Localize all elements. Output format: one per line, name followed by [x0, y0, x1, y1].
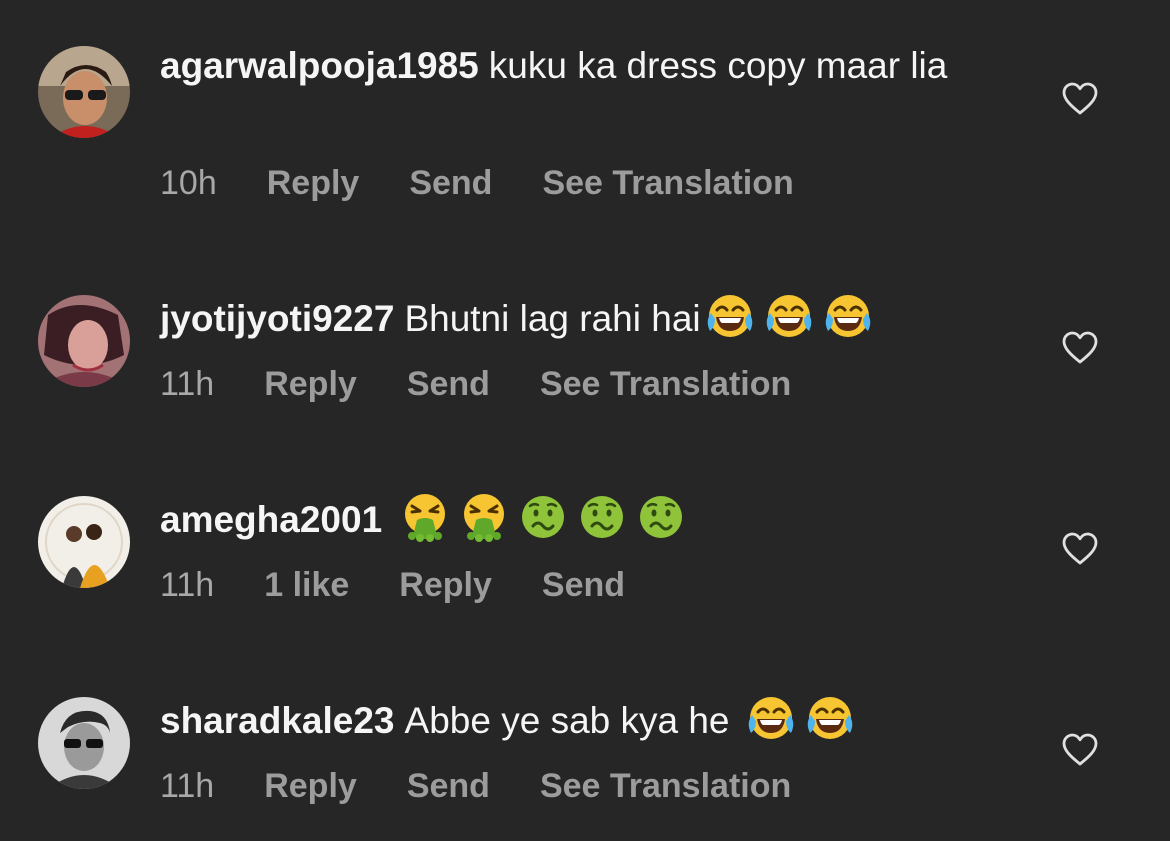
face-with-tears-of-joy-icon [764, 291, 814, 341]
comment-message: Abbe ye sab kya he [404, 700, 730, 741]
comment-time: 11h [160, 365, 215, 403]
heart-outline-icon[interactable] [1062, 532, 1098, 566]
comment-message: kuku ka dress copy maar lia [488, 45, 948, 86]
face-with-tears-of-joy-icon [823, 291, 873, 341]
comment-username[interactable]: agarwalpooja1985 [160, 45, 479, 86]
likes-count[interactable]: 1 like [264, 566, 349, 605]
heart-outline-icon[interactable] [1062, 733, 1098, 767]
nauseated-face-icon [518, 492, 568, 542]
avatar[interactable] [38, 697, 130, 789]
send-button[interactable]: Send [407, 365, 490, 404]
reply-button[interactable]: Reply [399, 566, 492, 605]
comment-username[interactable]: amegha2001 [160, 499, 382, 540]
face-with-tears-of-joy-icon [746, 693, 796, 743]
see-translation-button[interactable]: See Translation [540, 767, 791, 806]
avatar[interactable] [38, 46, 130, 138]
see-translation-button[interactable]: See Translation [542, 164, 793, 203]
comment-username[interactable]: jyotijyoti9227 [160, 298, 394, 339]
face-vomiting-icon [400, 492, 450, 542]
comment-time: 10h [160, 164, 217, 202]
face-vomiting-icon [459, 492, 509, 542]
face-with-tears-of-joy-icon [805, 693, 855, 743]
nauseated-face-icon [636, 492, 686, 542]
comment-time: 11h [160, 767, 215, 805]
reply-button[interactable]: Reply [264, 767, 357, 806]
reply-button[interactable]: Reply [264, 365, 357, 404]
comment-actions: 10h Reply Send See Translation [160, 164, 844, 203]
comment-text: sharadkale23 Abbe ye sab kya he [160, 693, 960, 745]
avatar[interactable] [38, 496, 130, 588]
send-button[interactable]: Send [542, 566, 625, 605]
comment-text: agarwalpooja1985 kuku ka dress copy maar … [160, 42, 960, 90]
heart-outline-icon[interactable] [1062, 331, 1098, 365]
send-button[interactable]: Send [407, 767, 490, 806]
comment-actions: 11h 1 like Reply Send [160, 566, 675, 605]
heart-outline-icon[interactable] [1062, 82, 1098, 116]
comment-message: Bhutni lag rahi hai [404, 298, 701, 339]
nauseated-face-icon [577, 492, 627, 542]
send-button[interactable]: Send [409, 164, 492, 203]
comment-actions: 11h Reply Send See Translation [160, 365, 841, 404]
reply-button[interactable]: Reply [267, 164, 360, 203]
comment-text: jyotijyoti9227 Bhutni lag rahi hai [160, 291, 960, 343]
see-translation-button[interactable]: See Translation [540, 365, 791, 404]
comment-username[interactable]: sharadkale23 [160, 700, 395, 741]
comment-time: 11h [160, 566, 215, 604]
comment-text: amegha2001 [160, 492, 960, 544]
comment-actions: 11h Reply Send See Translation [160, 767, 841, 806]
avatar[interactable] [38, 295, 130, 387]
face-with-tears-of-joy-icon [705, 291, 755, 341]
